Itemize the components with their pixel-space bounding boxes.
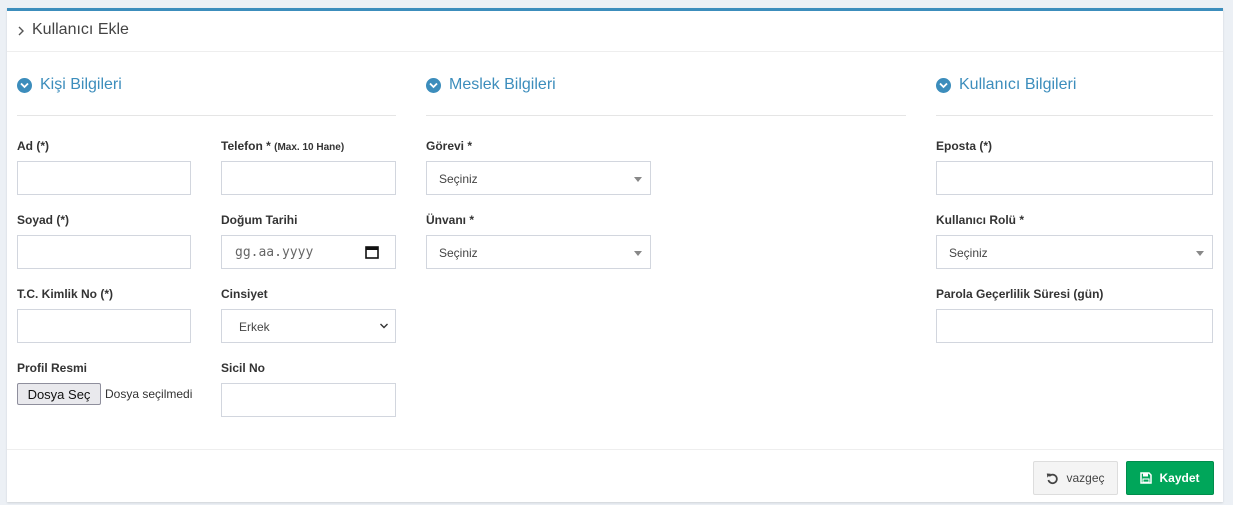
sicil-input[interactable] bbox=[221, 383, 396, 417]
profil-label: Profil Resmi bbox=[17, 361, 88, 375]
section-job-title: Meslek Bilgileri bbox=[449, 76, 556, 93]
divider bbox=[936, 115, 1213, 116]
gorevi-label: Görevi * bbox=[426, 139, 473, 153]
chevron-circle-down-icon bbox=[426, 77, 441, 93]
save-button[interactable]: Kaydet bbox=[1126, 461, 1214, 495]
telefon-note: (Max. 10 Hane) bbox=[274, 142, 345, 153]
parola-input[interactable] bbox=[936, 309, 1213, 343]
chevron-right-icon bbox=[18, 26, 24, 36]
save-label: Kaydet bbox=[1159, 471, 1200, 485]
undo-icon bbox=[1047, 473, 1059, 484]
calendar-icon[interactable] bbox=[365, 245, 379, 259]
telefon-input[interactable] bbox=[221, 161, 396, 195]
divider bbox=[17, 115, 396, 116]
telefon-label-text: Telefon * bbox=[221, 139, 271, 153]
add-user-panel: Kullanıcı Ekle Kişi Bilgileri Meslek Bil… bbox=[7, 8, 1223, 502]
eposta-input[interactable] bbox=[936, 161, 1213, 195]
cancel-label: vazgeç bbox=[1066, 471, 1105, 485]
eposta-label: Eposta (*) bbox=[936, 139, 993, 153]
section-user-title: Kullanıcı Bilgileri bbox=[959, 76, 1077, 93]
divider bbox=[426, 115, 906, 116]
soyad-label: Soyad (*) bbox=[17, 213, 70, 227]
ad-input[interactable] bbox=[17, 161, 191, 195]
cinsiyet-select[interactable]: Erkek bbox=[221, 309, 396, 343]
cinsiyet-selected: Erkek bbox=[239, 320, 270, 334]
rol-label: Kullanıcı Rolü * bbox=[936, 213, 1025, 227]
parola-label: Parola Geçerlilik Süresi (gün) bbox=[936, 287, 1104, 301]
panel-footer: vazgeç Kaydet bbox=[7, 449, 1223, 505]
caret-down-icon bbox=[634, 177, 642, 182]
section-personal-title: Kişi Bilgileri bbox=[40, 76, 122, 93]
date-placeholder: gg.aa.yyyy bbox=[235, 245, 314, 260]
unvani-selected: Seçiniz bbox=[439, 246, 478, 260]
telefon-label: Telefon * (Max. 10 Hane) bbox=[221, 139, 344, 153]
caret-down-icon bbox=[634, 251, 642, 256]
gorevi-select[interactable]: Seçiniz bbox=[426, 161, 651, 195]
rol-selected: Seçiniz bbox=[949, 246, 988, 260]
file-status: Dosya seçilmedi bbox=[105, 387, 193, 401]
caret-down-icon bbox=[1196, 251, 1204, 256]
cinsiyet-label: Cinsiyet bbox=[221, 287, 268, 301]
ad-label: Ad (*) bbox=[17, 139, 49, 153]
floppy-disk-icon bbox=[1140, 472, 1153, 484]
panel-header[interactable]: Kullanıcı Ekle bbox=[7, 11, 1223, 52]
file-choose-button[interactable]: Dosya Seç bbox=[17, 383, 101, 405]
chevron-circle-down-icon bbox=[936, 77, 951, 93]
tc-label: T.C. Kimlik No (*) bbox=[17, 287, 114, 301]
section-user-header: Kullanıcı Bilgileri bbox=[936, 74, 1076, 96]
rol-select[interactable]: Seçiniz bbox=[936, 235, 1213, 269]
soyad-input[interactable] bbox=[17, 235, 191, 269]
chevron-circle-down-icon bbox=[17, 77, 32, 93]
unvani-label: Ünvanı * bbox=[426, 213, 475, 227]
panel-title: Kullanıcı Ekle bbox=[32, 21, 129, 38]
section-personal-header: Kişi Bilgileri bbox=[17, 74, 122, 96]
dogum-tarihi-input[interactable]: gg.aa.yyyy bbox=[221, 235, 396, 269]
tc-input[interactable] bbox=[17, 309, 191, 343]
section-job-header: Meslek Bilgileri bbox=[426, 74, 556, 96]
dogum-tarihi-label: Doğum Tarihi bbox=[221, 213, 298, 227]
gorevi-selected: Seçiniz bbox=[439, 172, 478, 186]
unvani-select[interactable]: Seçiniz bbox=[426, 235, 651, 269]
cancel-button[interactable]: vazgeç bbox=[1033, 461, 1118, 495]
sicil-label: Sicil No bbox=[221, 361, 266, 375]
chevron-down-icon bbox=[380, 323, 388, 329]
